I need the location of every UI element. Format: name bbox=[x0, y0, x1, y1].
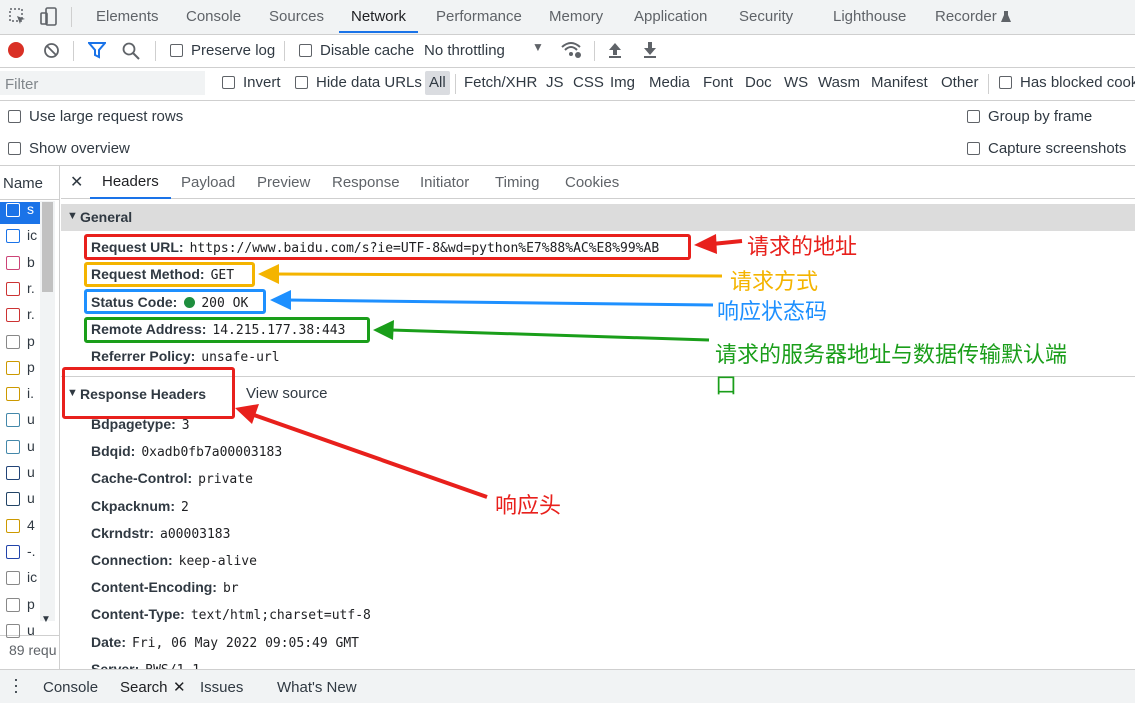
request-type-icon bbox=[6, 255, 20, 270]
response-header-row: Date: Fri, 06 May 2022 09:05:49 GMT bbox=[91, 634, 359, 651]
request-type-icon bbox=[6, 518, 20, 533]
response-header-row: Ckrndstr: a00003183 bbox=[91, 525, 230, 542]
status-arrow bbox=[270, 290, 714, 310]
annotation-status: 响应状态码 bbox=[717, 300, 828, 325]
request-name[interactable]: 4 bbox=[27, 517, 35, 533]
request-type-icon bbox=[6, 544, 20, 559]
response-header-key: Content-Type: bbox=[91, 606, 185, 623]
request-type-icon bbox=[6, 308, 20, 323]
request-type-icon bbox=[6, 466, 20, 480]
close-icon[interactable]: ✕ bbox=[173, 678, 186, 696]
response-header-row: Ckpacknum: 2 bbox=[91, 498, 189, 515]
request-name[interactable]: u bbox=[27, 622, 35, 638]
request-name[interactable]: s bbox=[27, 201, 34, 217]
request-type-icon bbox=[6, 492, 20, 507]
request-name[interactable]: u bbox=[27, 438, 35, 454]
request-name[interactable]: r. bbox=[27, 306, 35, 322]
drawer-tab-bar: · · · Console Search ✕ Issues What's New bbox=[0, 669, 1135, 703]
response-header-key: Bdqid: bbox=[91, 443, 136, 460]
request-type-icon bbox=[6, 439, 20, 454]
method-arrow bbox=[258, 264, 723, 284]
request-type-icon bbox=[6, 281, 20, 296]
request-type-icon bbox=[6, 360, 20, 375]
drawer-menu-icon[interactable]: · · · bbox=[13, 670, 19, 700]
annotation-url: 请求的地址 bbox=[747, 235, 858, 260]
annotation-address-line1: 请求的服务器地址与数据传输默认端 bbox=[715, 343, 1068, 368]
response-header-value: 2 bbox=[181, 499, 189, 515]
response-header-value: a00003183 bbox=[160, 526, 231, 542]
request-type-icon bbox=[6, 623, 20, 638]
request-type-icon bbox=[6, 334, 20, 349]
response-header-key: Content-Encoding: bbox=[91, 579, 217, 596]
request-name[interactable]: u bbox=[27, 490, 35, 506]
drawer-tab-issues[interactable]: Issues bbox=[200, 679, 243, 696]
request-name[interactable]: p bbox=[27, 359, 35, 375]
request-type-icon bbox=[6, 387, 20, 402]
request-name[interactable]: r. bbox=[27, 280, 35, 296]
response-header-key: Ckrndstr: bbox=[91, 524, 155, 541]
request-name[interactable]: p bbox=[27, 333, 35, 349]
request-type-icon bbox=[6, 571, 20, 586]
request-name[interactable]: ic bbox=[27, 569, 37, 585]
request-name[interactable]: u bbox=[27, 464, 35, 480]
response-header-value: 3 bbox=[181, 418, 190, 433]
url-arrow bbox=[694, 234, 743, 254]
response-header-key: Ckpacknum: bbox=[91, 497, 176, 514]
drawer-tab-whats-new[interactable]: What's New bbox=[277, 679, 357, 696]
response-header-key: Bdpagetype: bbox=[91, 416, 176, 432]
request-name[interactable]: p bbox=[27, 596, 35, 612]
drawer-tab-search[interactable]: Search bbox=[120, 679, 168, 696]
request-name[interactable]: i. bbox=[27, 385, 34, 401]
request-type-icon bbox=[6, 203, 20, 217]
response-header-key: Cache-Control: bbox=[91, 470, 193, 487]
drawer-tab-console[interactable]: Console bbox=[43, 679, 98, 696]
response-header-row: Bdqid: 0xadb0fb7a00003183 bbox=[91, 443, 282, 460]
response-header-row: Cache-Control: private bbox=[91, 470, 253, 487]
response-header-row: Bdpagetype: 3 bbox=[91, 416, 190, 433]
annotation-method: 请求方式 bbox=[730, 270, 819, 295]
request-type-icon bbox=[6, 229, 20, 244]
response-header-value: br bbox=[222, 581, 239, 597]
response-header-key: Connection: bbox=[91, 552, 173, 568]
response-header-row: Connection: keep-alive bbox=[91, 552, 257, 569]
response-header-value: private bbox=[198, 472, 253, 488]
response-header-value: 0xadb0fb7a00003183 bbox=[141, 445, 283, 461]
response-header-value: keep-alive bbox=[178, 554, 257, 569]
response-header-value: Fri, 06 May 2022 09:05:49 GMT bbox=[132, 635, 359, 651]
response-header-value: text/html;charset=utf-8 bbox=[190, 608, 371, 624]
response-header-key: Date: bbox=[91, 633, 127, 650]
annotation-address-line2: 口 bbox=[715, 374, 738, 399]
request-name[interactable]: b bbox=[27, 254, 35, 270]
annotation-response: 响应头 bbox=[495, 494, 562, 519]
response-header-row: Content-Type: text/html;charset=utf-8 bbox=[91, 606, 371, 623]
address-arrow bbox=[373, 320, 710, 342]
response-header-row: Content-Encoding: br bbox=[91, 579, 239, 596]
request-name[interactable]: u bbox=[27, 411, 35, 427]
request-type-icon bbox=[6, 413, 20, 428]
request-name[interactable]: -. bbox=[27, 543, 36, 559]
request-name[interactable]: ic bbox=[27, 227, 37, 243]
request-type-icon bbox=[6, 597, 20, 612]
